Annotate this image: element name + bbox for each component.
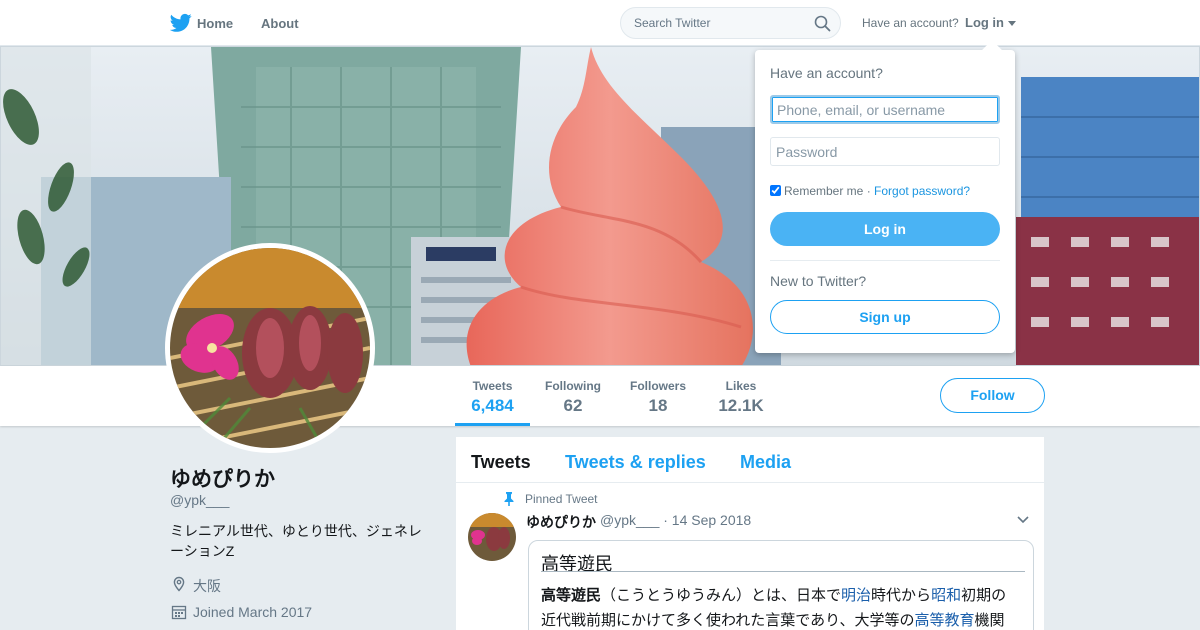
profile-location: 大阪 (193, 578, 221, 594)
stat-label: Tweets (472, 379, 513, 393)
card-text: 近代戦前期にかけて多く使われた言葉であり、大学等の (541, 612, 915, 629)
tweet-author-name[interactable]: ゆめぴりか (526, 512, 596, 532)
pinned-tweet-label: Pinned Tweet (525, 492, 598, 506)
calendar-icon (171, 605, 187, 620)
stat-following[interactable]: Following 62 (538, 366, 608, 426)
login-menu-button[interactable]: Log in (965, 15, 1004, 30)
stat-value: 62 (563, 396, 583, 415)
login-submit-button[interactable]: Log in (770, 212, 1000, 246)
timeline: Tweets Tweets & replies Media Pinned Twe… (456, 437, 1044, 630)
caret-down-icon[interactable] (1008, 21, 1016, 26)
tweet-link-card[interactable]: 高等遊民 高等遊民（こうとうゆうみん）とは、日本で明治時代から昭和初期の 近代戦… (528, 540, 1034, 630)
divider (770, 260, 1000, 261)
remember-me-checkbox[interactable] (770, 185, 781, 196)
card-text: （こうとうゆうみん）とは、日本で (601, 587, 842, 604)
location-icon (173, 576, 185, 592)
search-box[interactable]: Search Twitter (620, 7, 841, 39)
profile-handle[interactable]: @ypk___ (170, 492, 229, 508)
chevron-down-icon[interactable] (1017, 515, 1029, 525)
search-icon[interactable] (814, 15, 831, 32)
stat-value: 6,484 (471, 396, 514, 415)
stat-value: 12.1K (718, 396, 764, 415)
login-dropdown: Have an account? Remember me · Forgot pa… (755, 40, 1015, 353)
profile-name[interactable]: ゆめぴりか (170, 463, 275, 493)
search-input[interactable]: Search Twitter (634, 16, 710, 30)
card-description: 高等遊民（こうとうゆうみん）とは、日本で明治時代から昭和初期の 近代戦前期にかけ… (541, 583, 1025, 630)
pin-icon (504, 492, 514, 506)
nav-about-link[interactable]: About (261, 16, 299, 31)
card-text: 初期の (961, 587, 1007, 604)
login-heading: Have an account? (770, 65, 883, 81)
forgot-password-link[interactable]: Forgot password? (874, 184, 970, 198)
card-text: 機関 (974, 612, 1005, 629)
tweet-handle-and-date[interactable]: @ypk___ · 14 Sep 2018 (600, 512, 751, 528)
stat-label: Followers (629, 379, 686, 393)
card-link-higher-education[interactable]: 高等教育 (915, 612, 975, 629)
follow-button[interactable]: Follow (940, 378, 1045, 413)
tab-tweets[interactable]: Tweets (471, 452, 531, 473)
stat-label: Likes (725, 379, 757, 393)
stat-followers[interactable]: Followers 18 (623, 366, 693, 426)
card-title: 高等遊民 (541, 554, 613, 574)
stat-value: 18 (648, 396, 668, 415)
nav-home-link[interactable]: Home (197, 16, 233, 31)
separator: · (863, 184, 875, 198)
new-to-twitter-text: New to Twitter? (770, 273, 867, 289)
avatar[interactable] (165, 243, 375, 453)
profile-bio: ミレニアル世代、ゆとり世代、ジェネレーションZ (170, 523, 422, 559)
remember-me-label[interactable]: Remember me (784, 184, 863, 198)
stat-likes[interactable]: Likes 12.1K (706, 366, 776, 426)
card-link-meiji[interactable]: 明治 (841, 587, 871, 604)
card-bold-term: 高等遊民 (541, 587, 602, 604)
remember-me-row: Remember me · Forgot password? (770, 184, 970, 198)
tab-tweets-and-replies[interactable]: Tweets & replies (565, 452, 706, 473)
twitter-bird-icon[interactable] (170, 13, 192, 33)
stat-label: Following (545, 379, 601, 393)
username-field[interactable] (770, 95, 1000, 124)
have-account-text: Have an account? (862, 16, 959, 30)
card-divider (541, 571, 1025, 572)
profile-joined-date: Joined March 2017 (193, 604, 313, 620)
card-text: 時代から (871, 587, 932, 604)
tweet-avatar[interactable] (468, 513, 516, 561)
timeline-tabs: Tweets Tweets & replies Media (456, 437, 1044, 483)
password-field[interactable] (770, 137, 1000, 166)
card-link-showa[interactable]: 昭和 (931, 587, 961, 604)
signup-button[interactable]: Sign up (770, 300, 1000, 334)
top-navigation-bar: Home About Search Twitter Have an accoun… (0, 0, 1200, 46)
stat-tweets[interactable]: Tweets 6,484 (455, 366, 530, 426)
tab-media[interactable]: Media (740, 452, 791, 473)
